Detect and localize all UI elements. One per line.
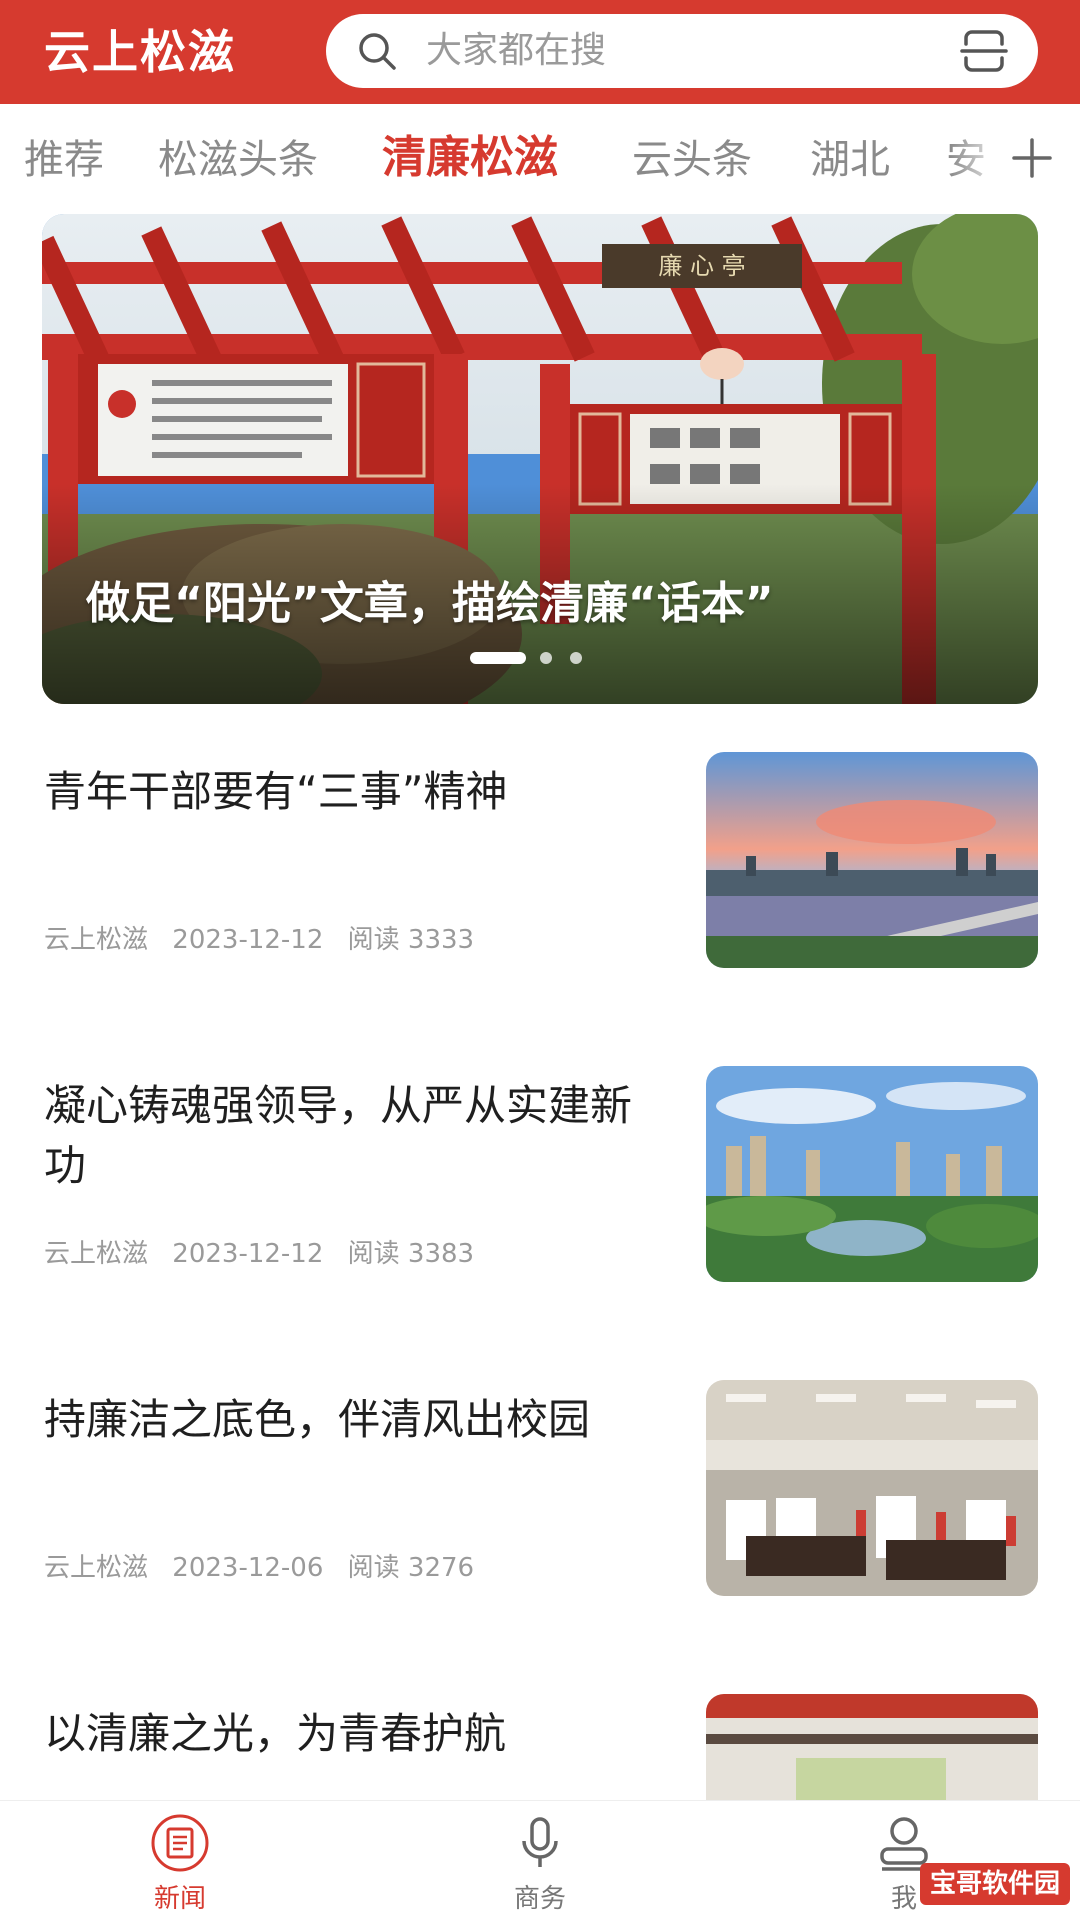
news-reads: 阅读 3333 (347, 925, 475, 955)
news-meta: 云上松滋 2023-12-12 阅读 3333 (44, 920, 490, 960)
newspaper-icon (151, 1814, 209, 1872)
news-date: 2023-12-06 (172, 1553, 324, 1583)
banner-caption: 做足“阳光”文章，描绘清廉“话本” (86, 578, 774, 629)
carousel-dot-active (470, 652, 526, 664)
tab-songzi-headlines[interactable]: 松滋头条 (158, 132, 318, 188)
news-reads: 阅读 3383 (347, 1239, 475, 1269)
news-title: 持廉洁之底色，伴清风出校园 (44, 1395, 591, 1444)
carousel-dot (540, 652, 552, 664)
scan-icon[interactable] (960, 28, 1008, 74)
news-date: 2023-12-12 (172, 1239, 324, 1269)
pavilion-sign: 廉 心 亭 (658, 252, 745, 280)
news-title: 凝心铸魂强领导，从严从实建新功 (44, 1081, 633, 1190)
app-header: 云上松滋 大家都在搜 (0, 0, 1080, 104)
news-reads: 阅读 3276 (347, 1553, 475, 1583)
news-date: 2023-12-12 (172, 925, 324, 955)
news-thumbnail (706, 1380, 1038, 1596)
tab-recommend[interactable]: 推荐 (24, 132, 104, 188)
carousel-dot (570, 652, 582, 664)
bottom-navigation: 新闻 商务 我 宝哥软件园 (0, 1800, 1080, 1921)
search-bar[interactable]: 大家都在搜 (326, 14, 1038, 88)
add-channel-icon[interactable] (1010, 136, 1054, 180)
news-list-item[interactable]: 以清廉之光，为青春护航 (0, 1694, 1080, 1800)
watermark: 宝哥软件园 (919, 1863, 1070, 1905)
search-placeholder: 大家都在搜 (426, 30, 607, 71)
app-title: 云上松滋 (44, 25, 236, 79)
news-source: 云上松滋 (44, 1239, 149, 1269)
nav-business-label: 商务 (513, 1884, 566, 1914)
news-list-item[interactable]: 凝心铸魂强领导，从严从实建新功 云上松滋 2023-12-12 阅读 3383 (0, 1066, 1080, 1378)
nav-news[interactable]: 新闻 (100, 1801, 260, 1921)
nav-business[interactable]: 商务 (460, 1801, 620, 1921)
news-title: 以清廉之光，为青春护航 (44, 1709, 507, 1758)
microphone-icon (522, 1817, 558, 1867)
news-list-item[interactable]: 持廉洁之底色，伴清风出校园 云上松滋 2023-12-06 阅读 3276 (0, 1380, 1080, 1692)
channel-tabs: 推荐 松滋头条 清廉松滋 云头条 湖北 安 (0, 104, 1080, 214)
news-meta: 云上松滋 2023-12-12 阅读 3383 (44, 1234, 490, 1274)
tab-cloud-headlines[interactable]: 云头条 (632, 132, 752, 188)
news-list-item[interactable]: 青年干部要有“三事”精神 云上松滋 2023-12-12 阅读 3333 (0, 752, 1080, 1064)
news-title: 青年干部要有“三事”精神 (44, 767, 508, 816)
nav-news-label: 新闻 (153, 1884, 206, 1914)
tab-clean-songzi[interactable]: 清廉松滋 (382, 130, 558, 186)
search-icon (359, 33, 396, 70)
banner-carousel[interactable]: 廉 心 亭 做足“阳光”文章，描绘清廉“话本” (42, 214, 1038, 704)
news-source: 云上松滋 (44, 1553, 149, 1583)
news-meta: 云上松滋 2023-12-06 阅读 3276 (44, 1548, 490, 1588)
news-thumbnail (706, 1066, 1038, 1282)
news-source: 云上松滋 (44, 925, 149, 955)
news-thumbnail (706, 752, 1038, 968)
news-thumbnail (706, 1694, 1038, 1800)
tab-hubei[interactable]: 湖北 (810, 132, 890, 188)
